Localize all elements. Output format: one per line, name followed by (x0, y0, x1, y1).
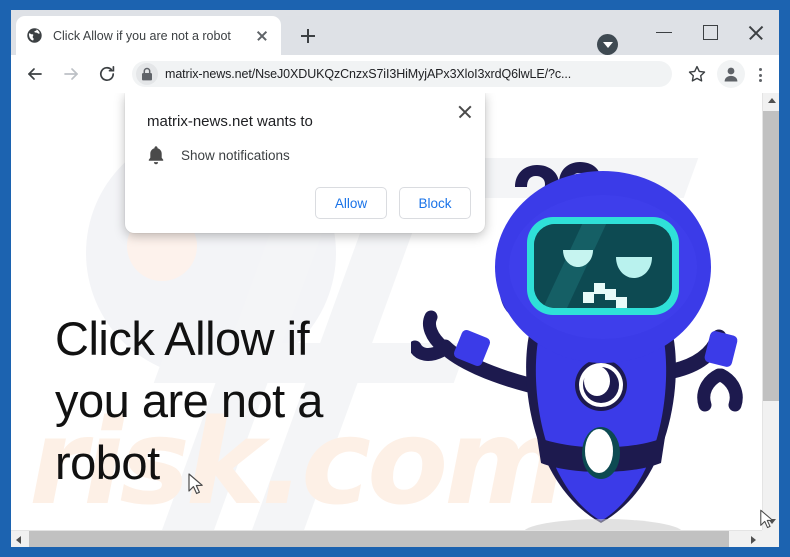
browser-toolbar: matrix-news.net/NseJ0XDUKQzCnzxS7iI3HiMy… (11, 55, 779, 93)
url-text[interactable]: matrix-news.net/NseJ0XDUKQzCnzxS7iI3HiMy… (165, 67, 571, 81)
arrow-cursor-icon-secondary (760, 509, 774, 529)
browser-tab[interactable]: Click Allow if you are not a robot (16, 16, 281, 55)
robot-right-arm (665, 329, 743, 412)
bell-icon (148, 146, 164, 165)
forward-button (56, 59, 86, 89)
notification-permission-dialog: matrix-news.net wants to Show notificati… (125, 93, 485, 233)
robot-shadow (524, 519, 682, 530)
block-button[interactable]: Block (399, 187, 471, 219)
triangle-right-icon[interactable] (745, 531, 762, 547)
kebab-menu-icon[interactable] (747, 59, 773, 89)
globe-icon (26, 27, 43, 44)
scrollbar-corner (762, 530, 779, 547)
triangle-left-icon[interactable] (11, 531, 28, 547)
window-controls (641, 10, 779, 55)
robot-body (526, 335, 676, 523)
browser-window: Click Allow if you are not a robot matri… (11, 10, 779, 547)
permission-label: Show notifications (181, 147, 290, 163)
profile-avatar[interactable] (717, 60, 745, 88)
permission-row: Show notifications (147, 145, 290, 165)
dialog-close-icon[interactable] (454, 101, 476, 123)
robot-left-arm (411, 310, 537, 393)
close-window-button[interactable] (733, 10, 779, 55)
minimize-button[interactable] (641, 10, 687, 55)
tab-title: Click Allow if you are not a robot (53, 28, 231, 43)
chevron-down-icon[interactable] (597, 34, 618, 55)
back-button[interactable] (20, 59, 50, 89)
dialog-title: matrix-news.net wants to (147, 113, 313, 130)
page-title: Click Allow if you are not a robot (55, 312, 323, 490)
triangle-up-icon[interactable] (763, 93, 779, 110)
reload-button[interactable] (92, 59, 122, 89)
tab-strip: Click Allow if you are not a robot (11, 10, 779, 55)
allow-button[interactable]: Allow (315, 187, 387, 219)
vertical-scrollbar-thumb[interactable] (763, 111, 779, 401)
star-icon[interactable] (682, 59, 712, 89)
horizontal-scrollbar-thumb[interactable] (29, 531, 729, 547)
address-bar[interactable]: matrix-news.net/NseJ0XDUKQzCnzxS7iI3HiMy… (132, 61, 672, 87)
vertical-scrollbar[interactable] (762, 93, 779, 530)
screen: Click Allow if you are not a robot matri… (0, 0, 790, 557)
page-viewport: risk.com Click Allow if you are not a ro… (11, 93, 779, 547)
arrow-cursor-icon (188, 473, 203, 495)
new-tab-button[interactable] (294, 22, 322, 50)
horizontal-scrollbar[interactable] (11, 530, 779, 547)
dialog-actions: Allow Block (315, 187, 471, 219)
close-icon[interactable] (253, 27, 271, 45)
maximize-button[interactable] (687, 10, 733, 55)
lock-icon[interactable] (136, 63, 158, 85)
